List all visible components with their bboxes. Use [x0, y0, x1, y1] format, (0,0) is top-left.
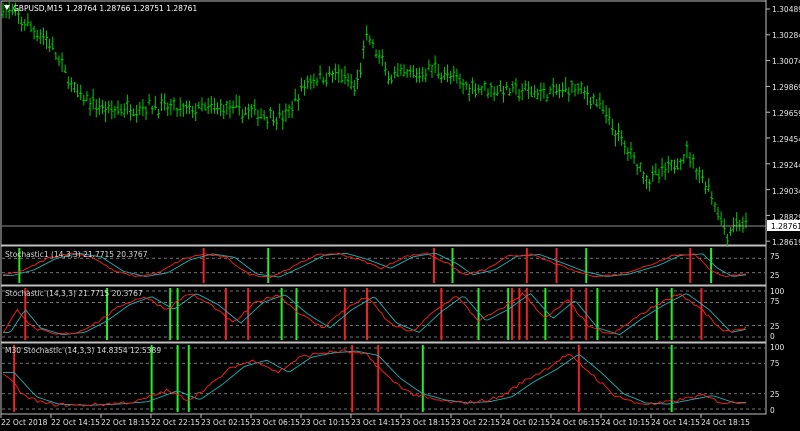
level-label: 100	[770, 287, 785, 296]
time-label: 23 Oct 06:15	[251, 418, 300, 427]
time-label: 22 Oct 18:15	[101, 418, 150, 427]
price-label: 1.29244	[772, 161, 800, 170]
price-label: 1.28619	[772, 238, 800, 247]
time-label: 24 Oct 18:15	[701, 418, 750, 427]
time-label: 24 Oct 02:15	[501, 418, 550, 427]
chart-background	[0, 0, 800, 431]
price-label: 1.30074	[772, 57, 800, 66]
time-label: 23 Oct 22:15	[451, 418, 500, 427]
level-label: 25	[770, 271, 780, 280]
stochastic2-title: Stochastic (14,3,3) 21.7715 20.3767	[5, 289, 143, 298]
time-label: 24 Oct 14:15	[651, 418, 700, 427]
symbol-label: GBPUSD,M15	[13, 4, 63, 13]
price-label: 1.29869	[772, 83, 800, 92]
time-label: 24 Oct 10:15	[601, 418, 650, 427]
chart-window[interactable]: GBPUSD,M15 1.28764 1.28766 1.28751 1.287…	[0, 0, 800, 431]
price-label: 1.29454	[772, 135, 800, 144]
time-label: 23 Oct 10:15	[301, 418, 350, 427]
level-label: 0	[770, 332, 775, 341]
price-label: 1.30284	[772, 31, 800, 40]
stochastic1-title: Stochastic1 (14,3,3) 21.7715 20.3767	[5, 250, 148, 259]
time-label: 23 Oct 14:15	[351, 418, 400, 427]
price-label: 1.29034	[772, 187, 800, 196]
time-label: 24 Oct 06:15	[551, 418, 600, 427]
level-label: 75	[770, 297, 780, 306]
level-label: 0	[770, 406, 775, 415]
m30-stochastic-title: M30 Stochastic (14,3,3) 14.8354 12.5389	[5, 346, 161, 355]
level-label: 25	[770, 390, 780, 399]
time-label: 22 Oct 14:15	[51, 418, 100, 427]
price-label: 1.29659	[772, 109, 800, 118]
time-label: 22 Oct 2018	[1, 418, 48, 427]
price-label: 1.30489	[772, 5, 800, 14]
time-label: 23 Oct 02:15	[201, 418, 250, 427]
current-price-value: 1.28761	[771, 222, 800, 231]
ohlc-label: 1.28764 1.28766 1.28751 1.28761	[66, 4, 197, 13]
level-label: 25	[770, 322, 780, 331]
time-label: 23 Oct 18:15	[401, 418, 450, 427]
main-header: GBPUSD,M15 1.28764 1.28766 1.28751 1.287…	[4, 4, 197, 13]
level-label: 75	[770, 252, 780, 261]
level-label: 75	[770, 359, 780, 368]
time-label: 22 Oct 22:15	[151, 418, 200, 427]
level-label: 100	[770, 343, 785, 352]
